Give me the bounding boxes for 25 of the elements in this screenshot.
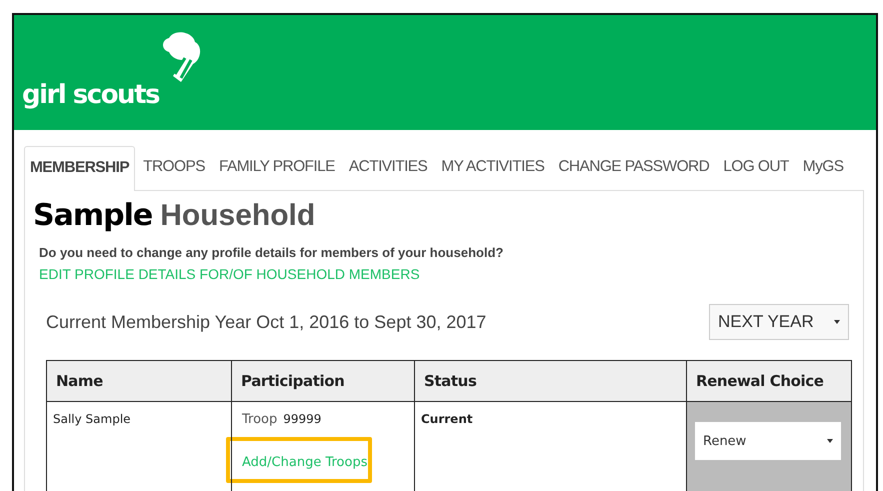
nav-tab[interactable]: MEMBERSHIP: [24, 146, 136, 191]
year-select[interactable]: NEXT YEAR: [709, 304, 849, 340]
status-text: Current: [421, 412, 473, 426]
member-name: Sally Sample: [53, 412, 131, 426]
nav-tab[interactable]: TROOPS: [137, 145, 211, 191]
nav-tab[interactable]: CHANGE PASSWORD: [552, 145, 716, 191]
page-title: Household: [160, 198, 316, 234]
nav-tab[interactable]: FAMILY PROFILE: [212, 145, 341, 191]
troop-number: 99999: [283, 412, 322, 427]
nav-tab[interactable]: ACTIVITIES: [342, 145, 434, 191]
column-header: Participation: [232, 360, 414, 402]
logo-text: girl scouts: [22, 82, 159, 108]
question-text: Do you need to change any profile details for members of your household?: [39, 245, 504, 260]
caret-icon: [834, 320, 840, 324]
caret-icon: [827, 439, 833, 443]
column-header: Name: [46, 360, 232, 402]
renewal-select[interactable]: Renew: [695, 422, 841, 460]
nav-tab[interactable]: MY ACTIVITIES: [435, 145, 550, 191]
column-header: Renewal Choice: [686, 360, 852, 402]
nav-tab[interactable]: LOG OUT: [717, 145, 795, 191]
column-header: Status: [414, 360, 686, 402]
page-title: Sample: [33, 197, 152, 235]
troop-label: Troop: [242, 412, 278, 427]
nav-tab[interactable]: MyGS: [796, 145, 850, 191]
membership-year-text: Current Membership Year Oct 1, 2016 to Sept 30, 2017: [46, 312, 486, 332]
